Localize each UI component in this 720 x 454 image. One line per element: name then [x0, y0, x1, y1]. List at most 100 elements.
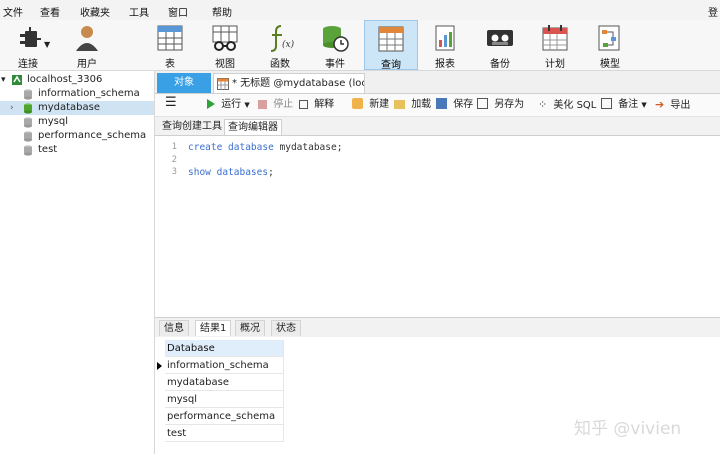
- ribbon-model-button[interactable]: 模型: [585, 20, 635, 70]
- run-dropdown-arrow-icon[interactable]: ▼: [244, 101, 249, 109]
- table-row[interactable]: performance_schema: [165, 408, 284, 425]
- schedule-calendar-icon: [542, 25, 568, 51]
- ribbon-report-button[interactable]: 报表: [420, 20, 470, 70]
- tab-query-editor[interactable]: 查询编辑器: [224, 119, 282, 135]
- tree-db-performance_schema[interactable]: performance_schema: [0, 129, 154, 143]
- load-button[interactable]: 加载: [394, 98, 431, 112]
- sql-editor[interactable]: 1 2 3 create database mydatabase; show d…: [155, 136, 720, 316]
- beautify-sql-button[interactable]: ⁘ 美化 SQL: [538, 98, 596, 112]
- ribbon-user-button[interactable]: 用户: [62, 20, 112, 70]
- hamburger-menu-icon[interactable]: ☰: [165, 96, 177, 110]
- ribbon-schedule-button[interactable]: 计划: [530, 20, 580, 70]
- event-clock-icon: [323, 26, 349, 52]
- run-button[interactable]: 运行 ▼: [207, 98, 250, 112]
- database-icon: [24, 89, 32, 100]
- explain-label: 解释: [314, 99, 335, 110]
- comment-label: 备注: [618, 99, 639, 110]
- tab-objects[interactable]: 对象: [157, 73, 211, 93]
- line-number: 1: [171, 142, 177, 152]
- tree-db-information_schema[interactable]: information_schema: [0, 87, 154, 101]
- tree-db-label: mydatabase: [38, 102, 101, 113]
- mysql-connection-icon: [12, 75, 22, 85]
- table-row[interactable]: information_schema: [165, 357, 284, 374]
- table-row[interactable]: test: [165, 425, 284, 442]
- ribbon-backup-button[interactable]: 备份: [475, 20, 525, 70]
- tree-db-test[interactable]: test: [0, 143, 154, 157]
- new-query-label: 新建: [369, 99, 390, 110]
- export-label: 导出: [670, 100, 691, 111]
- main-ribbon: ▼ 连接 用户 表 视图 (x) 函数 事件 查询 报表 备份 计划 模型: [0, 20, 720, 71]
- query-subtabs: 查询创建工具 查询编辑器: [155, 117, 720, 136]
- menu-window[interactable]: 窗口: [168, 4, 188, 19]
- tab-info[interactable]: 信息: [159, 320, 189, 336]
- column-header-database[interactable]: Database: [165, 340, 284, 357]
- tab-status[interactable]: 状态: [271, 320, 301, 336]
- export-button[interactable]: ➔ 导出: [655, 98, 690, 112]
- save-as-button[interactable]: 另存为: [477, 98, 524, 112]
- menu-tools[interactable]: 工具: [129, 4, 149, 19]
- ribbon-report-label: 报表: [435, 59, 455, 70]
- code-line: create database mydatabase;: [188, 142, 342, 153]
- ribbon-connection-label: 连接: [18, 59, 38, 70]
- line-number: 3: [171, 167, 177, 177]
- tree-db-label: information_schema: [38, 88, 140, 99]
- sql-text: mydatabase;: [273, 142, 343, 153]
- comment-button[interactable]: 备注 ▼: [601, 98, 647, 112]
- menu-help[interactable]: 帮助: [212, 4, 232, 19]
- model-icon: [598, 25, 620, 51]
- stop-button[interactable]: 停止: [258, 98, 293, 112]
- tree-db-label: test: [38, 144, 58, 155]
- ribbon-table-button[interactable]: 表: [145, 20, 195, 70]
- tab-untitled-query-label: * 无标题 @mydatabase (loc...: [232, 78, 365, 89]
- tab-untitled-query[interactable]: * 无标题 @mydatabase (loc...: [213, 73, 365, 93]
- function-fx-icon: (x): [270, 25, 295, 52]
- save-button[interactable]: 保存: [436, 98, 473, 112]
- ribbon-function-button[interactable]: (x) 函数: [255, 20, 305, 70]
- ribbon-connection-button[interactable]: ▼ 连接: [4, 20, 52, 70]
- tree-db-mysql[interactable]: mysql: [0, 115, 154, 129]
- ribbon-event-label: 事件: [325, 59, 345, 70]
- ribbon-table-label: 表: [165, 59, 175, 70]
- menu-favorites[interactable]: 收藏夹: [80, 4, 110, 19]
- table-row[interactable]: mydatabase: [165, 374, 284, 391]
- backup-tape-icon: [487, 30, 513, 46]
- line-number: 2: [171, 155, 177, 165]
- tab-profile[interactable]: 概况: [235, 320, 265, 336]
- comment-dropdown-arrow-icon[interactable]: ▼: [641, 101, 646, 109]
- line-number-gutter: 1 2 3: [155, 136, 185, 316]
- report-icon: [435, 25, 455, 51]
- tree-connection-label: localhost_3306: [27, 74, 103, 85]
- tab-query-builder[interactable]: 查询创建工具: [159, 119, 225, 135]
- sql-keyword: show databases: [188, 167, 269, 178]
- stop-label: 停止: [273, 99, 294, 110]
- tab-result-1[interactable]: 结果1: [195, 320, 232, 336]
- document-tabs: 对象 * 无标题 @mydatabase (loc...: [155, 71, 720, 94]
- table-row[interactable]: mysql: [165, 391, 284, 408]
- sql-text: ;: [268, 167, 274, 178]
- tree-connection[interactable]: ▾ localhost_3306: [0, 73, 154, 87]
- ribbon-event-button[interactable]: 事件: [310, 20, 360, 70]
- menu-file[interactable]: 文件: [3, 4, 23, 19]
- table-icon: [157, 25, 183, 51]
- tree-db-label: performance_schema: [38, 130, 147, 141]
- connection-dropdown-arrow-icon[interactable]: ▼: [44, 40, 50, 49]
- tree-db-mydatabase[interactable]: › mydatabase: [0, 101, 154, 115]
- database-icon: [24, 117, 32, 128]
- ribbon-view-button[interactable]: 视图: [200, 20, 250, 70]
- ribbon-query-label: 查询: [381, 60, 401, 71]
- ribbon-query-button[interactable]: 查询: [364, 20, 418, 71]
- expand-chevron-down-icon[interactable]: ▾: [1, 73, 6, 87]
- new-query-icon: [352, 98, 363, 109]
- watermark: 知乎 @vivien: [574, 419, 682, 439]
- database-icon: [24, 145, 32, 156]
- expand-chevron-right-icon[interactable]: ›: [10, 101, 14, 115]
- comment-icon: [601, 98, 612, 109]
- view-glasses-icon: [212, 25, 238, 51]
- load-folder-icon: [394, 100, 405, 109]
- explain-button[interactable]: 解释: [299, 98, 334, 112]
- menu-view[interactable]: 查看: [40, 4, 60, 19]
- menu-login-cut[interactable]: 登: [708, 4, 718, 19]
- database-active-icon: [24, 103, 32, 114]
- connection-tree: ▾ localhost_3306 information_schema › my…: [0, 71, 155, 454]
- new-query-button[interactable]: 新建: [352, 98, 389, 112]
